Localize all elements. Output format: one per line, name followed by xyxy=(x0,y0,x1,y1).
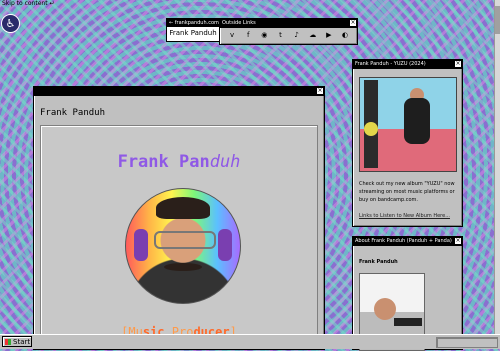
album-cover-image[interactable] xyxy=(359,77,457,172)
avatar xyxy=(125,188,241,304)
accessibility-icon[interactable]: ♿ xyxy=(1,14,20,33)
about-title: About Frank Panduh (Panduh + Panda) xyxy=(355,238,452,244)
main-window: × Frank Panduh Frank Panduh [Music Produ… xyxy=(33,86,325,350)
scrollbar-thumb[interactable] xyxy=(495,6,500,34)
artist-name-heading: Frank Panduh xyxy=(117,152,241,172)
youtube-icon[interactable]: ▶ xyxy=(324,31,334,39)
album-listen-link[interactable]: Links to Listen to New Album Here... xyxy=(359,213,450,219)
close-icon[interactable]: × xyxy=(317,88,323,94)
facebook-icon[interactable]: f xyxy=(243,31,253,39)
site-nav-window: ← frankpanduh.com Frank Panduh xyxy=(166,18,220,42)
vimeo-icon[interactable]: v xyxy=(227,31,237,39)
album-titlebar[interactable]: Frank Panduh - YUZU (2024) × xyxy=(353,60,462,69)
outside-links-titlebar[interactable]: Outside Links × xyxy=(220,19,357,28)
spotify-icon[interactable]: ◉ xyxy=(259,31,269,39)
album-title: Frank Panduh - YUZU (2024) xyxy=(355,61,426,67)
content-panel: Frank Panduh [Music Producer] xyxy=(40,125,318,349)
skip-to-content-link[interactable]: Skip to content ↵ xyxy=(2,0,55,7)
back-link[interactable]: ← frankpanduh.com xyxy=(167,19,219,27)
album-window: Frank Panduh - YUZU (2024) × Check out m… xyxy=(352,59,463,227)
bandcamp-icon[interactable]: ◐ xyxy=(340,31,350,39)
page-scrollbar[interactable] xyxy=(494,0,500,334)
album-description: Check out my new album "YUZU" now stream… xyxy=(359,181,455,203)
close-icon[interactable]: × xyxy=(455,238,461,244)
about-titlebar[interactable]: About Frank Panduh (Panduh + Panda) × xyxy=(353,237,462,246)
outside-links-window: Outside Links × v f ◉ t ♪ ☁ ▶ ◐ xyxy=(219,18,358,45)
main-titlebar[interactable]: × xyxy=(34,87,324,96)
about-name-label: Frank Panduh xyxy=(359,259,398,265)
windows-flag-icon xyxy=(5,339,11,345)
taskbar: Start xyxy=(0,334,500,349)
soundcloud-icon[interactable]: ☁ xyxy=(308,31,318,39)
system-tray xyxy=(436,337,498,348)
itunes-icon[interactable]: ♪ xyxy=(292,31,302,39)
nav-site-name[interactable]: Frank Panduh xyxy=(167,27,219,39)
outside-links-title: Outside Links xyxy=(222,20,256,26)
twitter-icon[interactable]: t xyxy=(275,31,285,39)
start-button[interactable]: Start xyxy=(2,336,32,347)
close-icon[interactable]: × xyxy=(455,61,461,67)
about-window: About Frank Panduh (Panduh + Panda) × Fr… xyxy=(352,236,463,351)
social-icons: v f ◉ t ♪ ☁ ▶ ◐ xyxy=(220,28,357,39)
page-title: Frank Panduh xyxy=(40,108,106,118)
close-icon[interactable]: × xyxy=(350,20,356,26)
